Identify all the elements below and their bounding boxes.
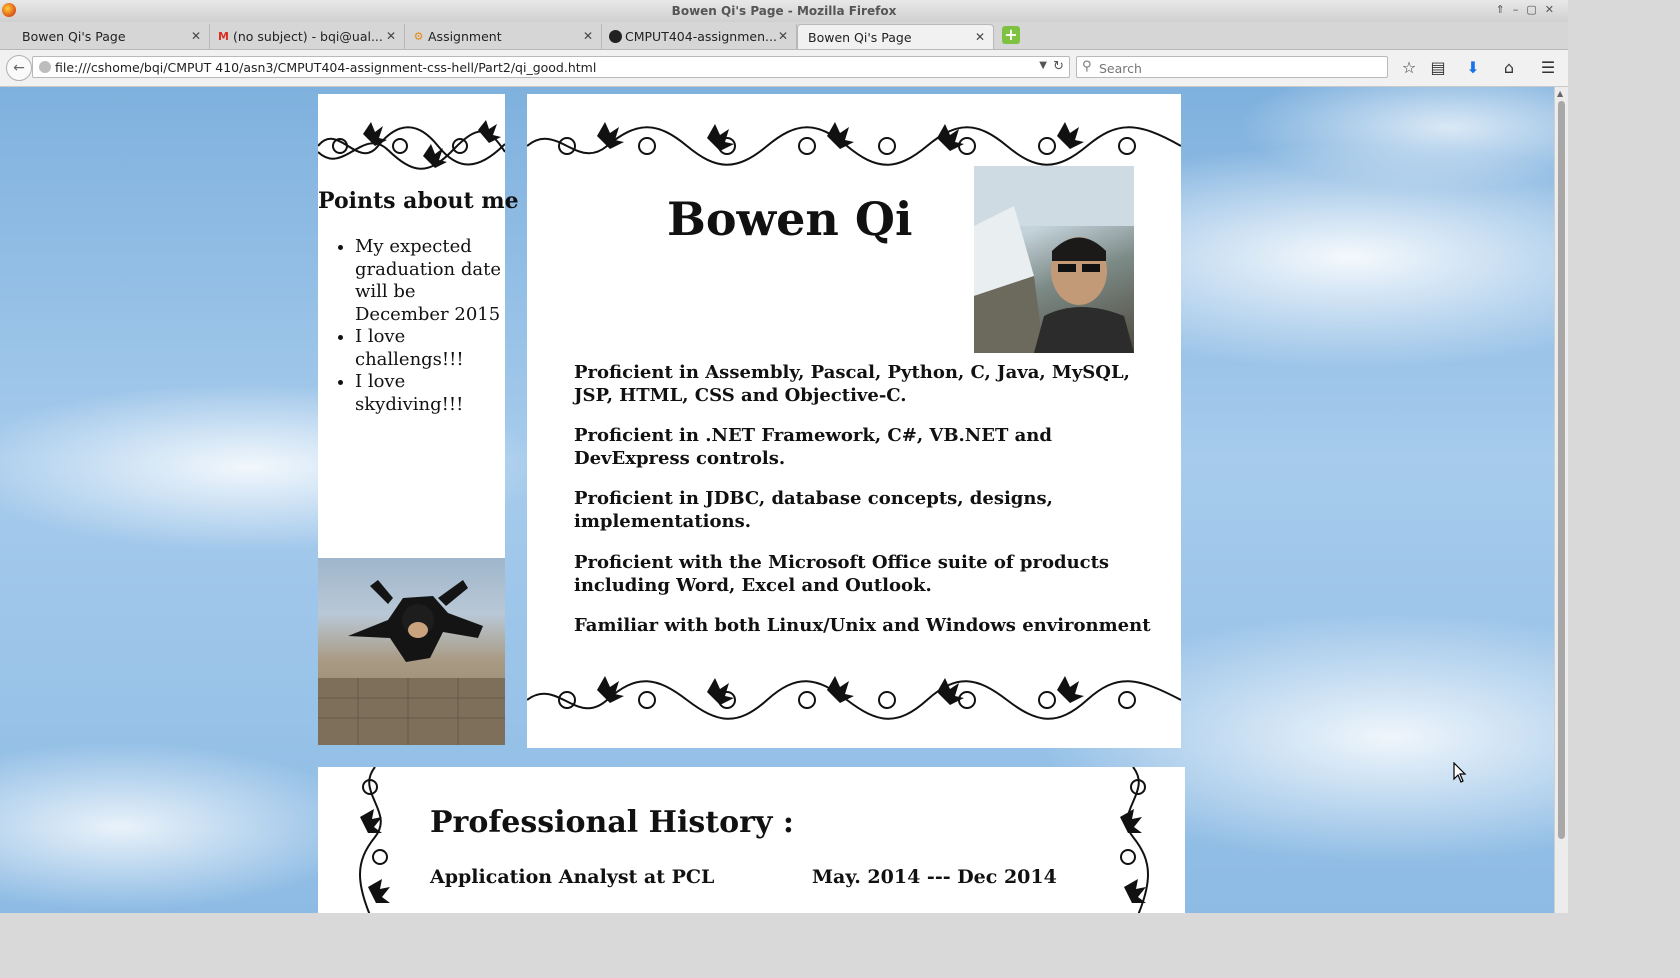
history-dropdown-icon[interactable]: ▼ bbox=[1039, 60, 1047, 71]
url-bar[interactable]: file:///cshome/bqi/CMPUT 410/asn3/CMPUT4… bbox=[32, 56, 1070, 78]
tab-label: Bowen Qi's Page bbox=[808, 30, 912, 45]
profile-photo bbox=[974, 166, 1134, 353]
page-viewport: Points about me My expected graduation d… bbox=[0, 87, 1554, 913]
gmail-icon: M bbox=[218, 30, 229, 43]
bookmark-star-icon[interactable]: ☆ bbox=[1398, 58, 1420, 78]
assignment-icon: ⚙ bbox=[413, 30, 424, 43]
points-heading: Points about me bbox=[318, 188, 519, 214]
home-icon[interactable]: ⌂ bbox=[1498, 58, 1520, 78]
tab-5-active[interactable]: Bowen Qi's Page ✕ bbox=[797, 24, 994, 49]
window-titlebar: Bowen Qi's Page - Mozilla Firefox ⇑–▢✕ bbox=[0, 0, 1568, 23]
job-title: Application Analyst at PCL bbox=[430, 866, 715, 888]
navigation-toolbar: ← file:///cshome/bqi/CMPUT 410/asn3/CMPU… bbox=[0, 50, 1568, 87]
tab-4[interactable]: CMPUT404-assignmen... ✕ bbox=[603, 24, 797, 49]
list-item: My expected graduation date will be Dece… bbox=[355, 236, 505, 326]
page-title: Bowen Qi bbox=[667, 192, 913, 246]
new-tab-button[interactable]: + bbox=[1002, 26, 1020, 44]
floral-border-bottom-icon bbox=[527, 676, 1181, 720]
vertical-scrollbar[interactable]: ▲ bbox=[1554, 87, 1568, 913]
mouse-cursor-icon bbox=[1453, 762, 1467, 783]
window-controls[interactable]: ⇑–▢✕ bbox=[1496, 3, 1562, 16]
history-panel: Professional History : Application Analy… bbox=[318, 767, 1185, 913]
list-item: I love skydiving!!! bbox=[355, 371, 505, 416]
search-icon: ⚲ bbox=[1082, 59, 1092, 74]
window-title: Bowen Qi's Page - Mozilla Firefox bbox=[671, 4, 897, 18]
downloads-icon[interactable]: ⬇ bbox=[1462, 58, 1484, 78]
search-input[interactable] bbox=[1097, 59, 1381, 77]
points-list: My expected graduation date will be Dece… bbox=[318, 236, 505, 416]
github-icon bbox=[609, 30, 622, 43]
main-panel: Bowen Qi Proficient in Assembly, Pascal,… bbox=[527, 94, 1181, 748]
history-heading: Professional History : bbox=[430, 805, 794, 840]
vine-right-icon bbox=[1120, 767, 1149, 913]
tab-label: (no subject) - bqi@ual... bbox=[233, 29, 383, 44]
reading-list-icon[interactable]: ▤ bbox=[1427, 58, 1449, 78]
reload-icon[interactable]: ↻ bbox=[1053, 59, 1064, 74]
close-tab-icon[interactable]: ✕ bbox=[778, 29, 788, 43]
floral-border-icon bbox=[318, 120, 505, 170]
tab-strip: Bowen Qi's Page ✕ M (no subject) - bqi@u… bbox=[0, 22, 1568, 50]
tab-label: Bowen Qi's Page bbox=[22, 29, 126, 44]
skill-item: Proficient in .NET Framework, C#, VB.NET… bbox=[574, 425, 1052, 469]
skill-item: Proficient with the Microsoft Office sui… bbox=[574, 552, 1110, 596]
tab-3[interactable]: ⚙ Assignment ✕ bbox=[406, 24, 602, 49]
scrollbar-thumb[interactable] bbox=[1558, 101, 1565, 839]
menu-icon[interactable]: ☰ bbox=[1537, 58, 1559, 78]
job-dates: May. 2014 --- Dec 2014 bbox=[812, 866, 1057, 888]
close-tab-icon[interactable]: ✕ bbox=[386, 29, 396, 43]
sidebar-panel: Points about me My expected graduation d… bbox=[318, 94, 519, 558]
vine-left-icon bbox=[359, 767, 390, 913]
skydiving-photo bbox=[318, 558, 505, 745]
list-item: I love challengs!!! bbox=[355, 326, 505, 371]
close-tab-icon[interactable]: ✕ bbox=[975, 30, 985, 44]
skill-item: Proficient in Assembly, Pascal, Python, … bbox=[574, 362, 1130, 406]
close-tab-icon[interactable]: ✕ bbox=[583, 29, 593, 43]
tab-label: Assignment bbox=[428, 29, 502, 44]
tab-2[interactable]: M (no subject) - bqi@ual... ✕ bbox=[211, 24, 405, 49]
tab-label: CMPUT404-assignmen... bbox=[625, 29, 777, 44]
skill-item: Proficient in JDBC, database concepts, d… bbox=[574, 488, 1053, 532]
search-bar[interactable]: ⚲ bbox=[1076, 56, 1388, 78]
tab-1[interactable]: Bowen Qi's Page ✕ bbox=[0, 24, 210, 49]
url-text[interactable]: file:///cshome/bqi/CMPUT 410/asn3/CMPUT4… bbox=[55, 60, 596, 75]
close-tab-icon[interactable]: ✕ bbox=[191, 29, 201, 43]
back-button[interactable]: ← bbox=[6, 55, 32, 81]
site-info-icon[interactable] bbox=[39, 61, 51, 73]
skill-item: Familiar with both Linux/Unix and Window… bbox=[574, 615, 1151, 636]
scroll-up-icon[interactable]: ▲ bbox=[1557, 89, 1563, 98]
